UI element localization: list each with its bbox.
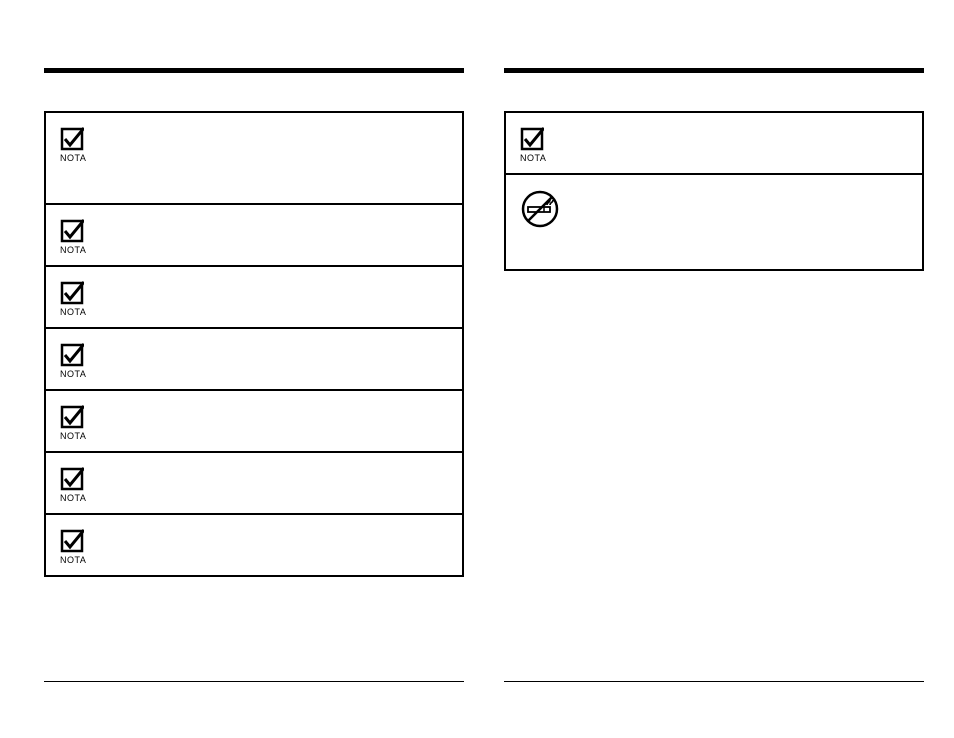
checkbox-tick-icon: NOTA	[60, 467, 86, 503]
document-page: NOTA NOTA	[0, 0, 954, 738]
checkbox-label: NOTA	[520, 153, 546, 163]
right-column: NOTA	[504, 68, 924, 271]
table-row: NOTA	[46, 267, 462, 329]
checkbox-label: NOTA	[60, 307, 86, 317]
right-table: NOTA	[504, 111, 924, 271]
checkbox-tick-icon: NOTA	[60, 343, 86, 379]
checkbox-tick-icon: NOTA	[520, 127, 546, 163]
checkbox-label: NOTA	[60, 555, 86, 565]
table-row: NOTA	[46, 391, 462, 453]
table-row	[506, 175, 922, 269]
right-footer-rule	[504, 681, 924, 683]
checkbox-label: NOTA	[60, 369, 86, 379]
left-footer-rule	[44, 681, 464, 683]
checkbox-tick-icon: NOTA	[60, 405, 86, 441]
table-row: NOTA	[46, 329, 462, 391]
checkbox-tick-icon: NOTA	[60, 281, 86, 317]
left-column: NOTA NOTA	[44, 68, 464, 577]
checkbox-tick-icon: NOTA	[60, 219, 86, 255]
checkbox-label: NOTA	[60, 493, 86, 503]
checkbox-tick-icon: NOTA	[60, 529, 86, 565]
left-table: NOTA NOTA	[44, 111, 464, 577]
right-column-rule	[504, 68, 924, 73]
checkbox-label: NOTA	[60, 431, 86, 441]
no-smoking-icon	[520, 189, 910, 229]
table-row: NOTA	[46, 453, 462, 515]
table-row: NOTA	[46, 113, 462, 205]
table-row: NOTA	[46, 205, 462, 267]
checkbox-label: NOTA	[60, 153, 86, 163]
table-row: NOTA	[46, 515, 462, 575]
checkbox-label: NOTA	[60, 245, 86, 255]
table-row: NOTA	[506, 113, 922, 175]
checkbox-tick-icon: NOTA	[60, 127, 86, 163]
left-column-rule	[44, 68, 464, 73]
